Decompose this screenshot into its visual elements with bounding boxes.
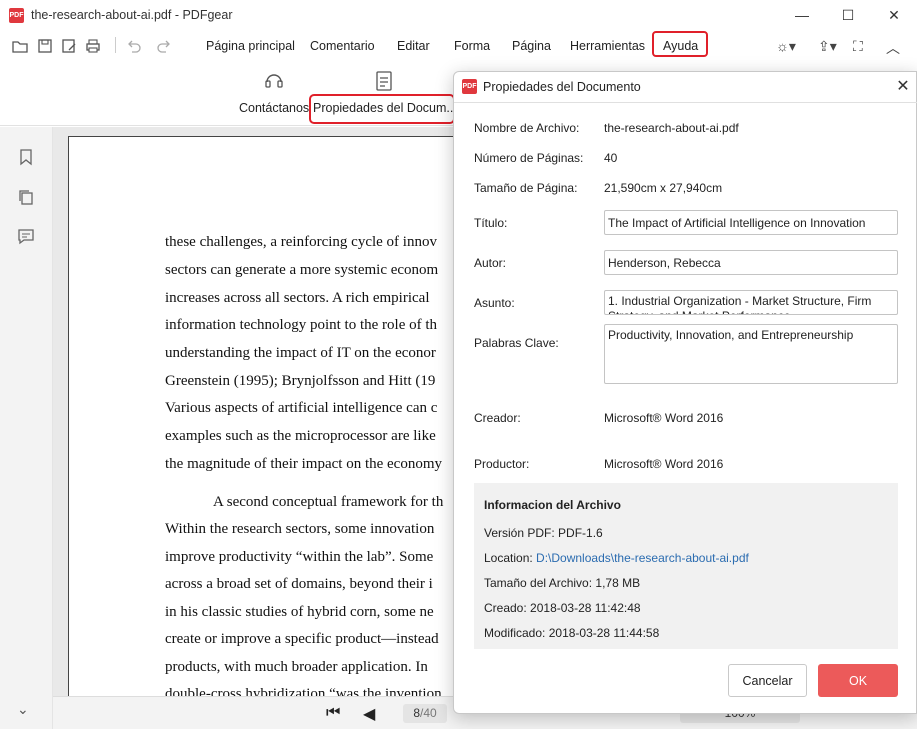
producer-label: Productor: (474, 457, 530, 471)
pdfgear-logo-icon: PDF (9, 8, 24, 23)
theme-icon[interactable]: ☼▾ (776, 38, 796, 55)
maximize-button[interactable]: ☐ (825, 0, 871, 30)
menu-editar[interactable]: Editar (397, 39, 430, 53)
modified-row: Modificado: 2018-03-28 11:44:58 (484, 626, 659, 640)
filename-label: Nombre de Archivo: (474, 121, 580, 135)
created-value: 2018-03-28 11:42:48 (530, 601, 641, 615)
title-bar: PDF the-research-about-ai.pdf - PDFgear … (0, 0, 917, 30)
document-properties-icon (376, 71, 392, 91)
subject-label: Asunto: (474, 296, 515, 310)
pdf-version-value: PDF-1.6 (558, 526, 603, 540)
fullscreen-icon[interactable]: ⛶ (853, 38, 863, 55)
doc-line: these challenges, a reinforcing cycle of… (165, 234, 437, 250)
doc-line: products, with much broader application.… (165, 659, 428, 675)
modified-label: Modificado: (484, 626, 546, 640)
doc-line: examples such as the microprocessor are … (165, 428, 436, 444)
document-properties-dialog: PDF Propiedades del Documento ✕ Nombre d… (453, 71, 917, 714)
menu-herramientas[interactable]: Herramientas (570, 39, 645, 53)
properties-highlight (309, 94, 455, 124)
doc-line: Within the research sectors, some innova… (165, 521, 435, 537)
location-link[interactable]: D:\Downloads\the-research-about-ai.pdf (536, 551, 749, 565)
total-pages: /40 (420, 706, 437, 720)
undo-icon[interactable] (125, 37, 143, 55)
producer-value: Microsoft® Word 2016 (604, 457, 724, 471)
pdf-version-label: Versión PDF: (484, 526, 555, 540)
redo-icon[interactable] (155, 37, 173, 55)
ayuda-highlight (652, 31, 708, 57)
thumbnails-icon[interactable] (17, 188, 35, 206)
page-size-label: Tamaño de Página: (474, 181, 578, 195)
comments-icon[interactable] (17, 227, 35, 245)
doc-line: improve productivity “within the lab”. S… (165, 549, 434, 565)
keywords-label: Palabras Clave: (474, 336, 559, 350)
filename-value: the-research-about-ai.pdf (604, 121, 739, 135)
window-title: the-research-about-ai.pdf - PDFgear (31, 8, 233, 22)
menu-pagina-principal[interactable]: Página principal (206, 39, 295, 53)
author-field[interactable] (604, 250, 898, 275)
doc-line: Greenstein (1995); Brynjolfsson and Hitt… (165, 373, 436, 389)
location-label: Location: (484, 551, 533, 565)
chevron-down-icon[interactable]: ⌄ (17, 701, 29, 718)
created-label: Creado: (484, 601, 527, 615)
dialog-title: Propiedades del Documento (483, 80, 641, 94)
page-size-value: 21,590cm x 27,940cm (604, 181, 723, 195)
first-page-icon[interactable]: ⏮ (326, 704, 340, 722)
toolbar-divider (115, 37, 116, 53)
location-row: Location: D:\Downloads\the-research-abou… (484, 551, 749, 565)
file-size-row: Tamaño del Archivo: 1,78 MB (484, 576, 640, 590)
pages-value: 40 (604, 151, 618, 165)
created-row: Creado: 2018-03-28 11:42:48 (484, 601, 641, 615)
menu-pagina[interactable]: Página (512, 39, 551, 53)
doc-line: understanding the impact of IT on the ec… (165, 345, 436, 361)
minimize-button[interactable]: — (779, 0, 825, 30)
file-size-label: Tamaño del Archivo: (484, 576, 593, 590)
title-field[interactable] (604, 210, 898, 235)
save-icon[interactable] (36, 37, 54, 55)
author-label: Autor: (474, 256, 507, 270)
keywords-field[interactable]: Productivity, Innovation, and Entreprene… (604, 324, 898, 384)
contact-button[interactable]: Contáctanos (239, 70, 309, 115)
left-sidebar (0, 127, 53, 729)
modified-value: 2018-03-28 11:44:58 (548, 626, 660, 640)
close-window-button[interactable]: ✕ (871, 0, 917, 30)
doc-line: in his classic studies of hybrid corn, s… (165, 604, 434, 620)
current-page[interactable]: 8 (413, 706, 420, 720)
contact-label: Contáctanos (239, 101, 310, 115)
print-icon[interactable] (84, 37, 102, 55)
subject-field[interactable]: 1. Industrial Organization - Market Stru… (604, 290, 898, 315)
doc-line: sectors can generate a more systemic eco… (165, 262, 439, 278)
title-label: Título: (474, 216, 508, 230)
menu-forma[interactable]: Forma (454, 39, 490, 53)
bookmark-icon[interactable] (17, 148, 35, 166)
save-as-icon[interactable] (60, 37, 78, 55)
file-info-heading: Informacion del Archivo (484, 498, 621, 512)
pages-label: Número de Páginas: (474, 151, 584, 165)
dialog-close-button[interactable]: ✕ (892, 76, 914, 98)
creator-label: Creador: (474, 411, 521, 425)
collapse-ribbon-icon[interactable]: ︿ (886, 38, 900, 58)
headset-icon (265, 74, 283, 88)
file-size-value: 1,78 MB (595, 576, 641, 590)
doc-line: across a broad set of domains, beyond th… (165, 576, 433, 592)
share-icon[interactable]: ⇪▾ (818, 38, 837, 55)
doc-line: information technology point to the role… (165, 317, 438, 333)
menu-comentario[interactable]: Comentario (310, 39, 375, 53)
dialog-header-divider (454, 102, 917, 103)
doc-line: Various aspects of artificial intelligen… (165, 400, 438, 416)
doc-line: increases across all sectors. A rich emp… (165, 290, 430, 306)
page-indicator[interactable]: 8/40 (403, 704, 447, 723)
open-folder-icon[interactable] (11, 37, 29, 55)
doc-line: A second conceptual framework for th (213, 494, 444, 510)
doc-line: create or improve a specific product—ins… (165, 631, 439, 647)
doc-line: the magnitude of their impact on the eco… (165, 456, 443, 472)
cancel-button[interactable]: Cancelar (728, 664, 807, 697)
pdf-version-row: Versión PDF: PDF-1.6 (484, 526, 603, 540)
creator-value: Microsoft® Word 2016 (604, 411, 724, 425)
file-info-panel: Informacion del Archivo Versión PDF: PDF… (474, 483, 898, 649)
previous-page-icon[interactable]: ◀ (363, 704, 375, 724)
ok-button[interactable]: OK (818, 664, 898, 697)
pdfgear-logo-icon: PDF (462, 79, 477, 94)
